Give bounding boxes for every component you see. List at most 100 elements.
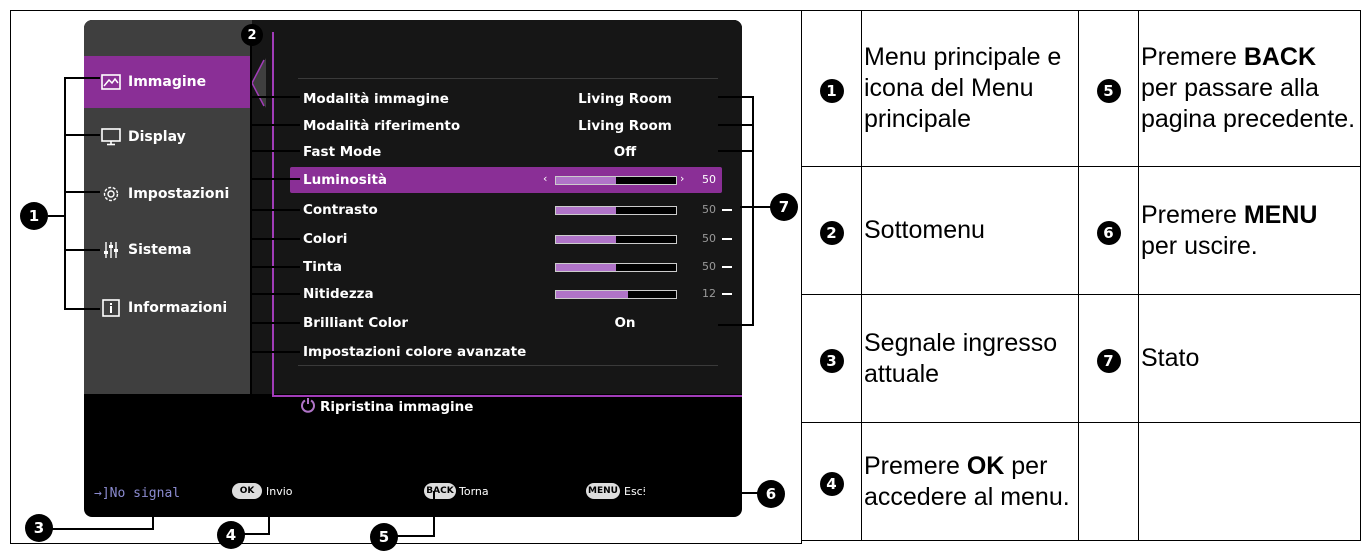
submenu-row[interactable]: Fast Mode Off xyxy=(290,139,722,165)
reset-image-item[interactable]: Ripristina immagine xyxy=(300,397,473,417)
annotation-line xyxy=(250,408,290,410)
level-bar[interactable] xyxy=(555,263,677,272)
sidebar-item-label: Impostazioni xyxy=(128,186,230,202)
annotation-line xyxy=(250,322,300,324)
submenu-row-label: Nitidezza xyxy=(303,286,374,302)
submenu-separator xyxy=(298,78,718,79)
sidebar-item-label: Immagine xyxy=(128,74,207,90)
picture-icon xyxy=(100,73,122,91)
legend-marker: 7 xyxy=(1096,349,1121,373)
annotation-line xyxy=(752,96,754,324)
submenu-row-label: Colori xyxy=(303,231,348,247)
annotation-line xyxy=(722,209,732,211)
callout-1: 1 xyxy=(20,202,48,230)
osd-sidebar: Immagine Display Impostazioni Sistema In… xyxy=(84,20,252,394)
level-value: 50 xyxy=(702,203,716,216)
legend-text: Premere BACK per passare alla pagina pre… xyxy=(1138,10,1361,167)
annotation-line xyxy=(250,124,300,126)
submenu-row[interactable]: Tinta 50 xyxy=(290,254,722,280)
legend-table: 1 Menu principale e icona del Menu princ… xyxy=(801,10,1361,541)
level-value: 12 xyxy=(702,287,716,300)
legend-marker: 1 xyxy=(819,79,844,103)
annotation-line xyxy=(244,533,270,535)
annotation-line xyxy=(722,238,732,240)
annotation-line xyxy=(250,150,300,152)
level-bar[interactable] xyxy=(555,176,677,185)
annotation-line xyxy=(64,191,100,193)
back-key-badge: BACK xyxy=(424,483,456,499)
level-value: 50 xyxy=(702,232,716,245)
annotation-line xyxy=(250,238,300,240)
annotation-line xyxy=(250,209,300,211)
legend-text: Stato xyxy=(1138,294,1361,423)
annotation-line xyxy=(718,324,754,326)
submenu-row[interactable]: Modalità immagine Living Room xyxy=(290,86,722,112)
sidebar-item-label: Informazioni xyxy=(128,300,228,316)
sidebar-item-immagine[interactable]: Immagine xyxy=(84,56,252,108)
submenu-row-label: Modalità riferimento xyxy=(303,118,461,134)
level-bar[interactable] xyxy=(555,206,677,215)
submenu-row[interactable]: Colori 50 xyxy=(290,226,722,252)
sidebar-item-label: Display xyxy=(128,129,186,145)
annotation-line xyxy=(433,491,435,537)
submenu-row-label: Luminosità xyxy=(303,172,388,188)
annotation-line xyxy=(718,150,754,152)
annotation-line xyxy=(52,528,154,530)
submenu-bracket-line xyxy=(272,32,274,397)
sidebar-item-sistema[interactable]: Sistema xyxy=(84,224,252,276)
chevron-right-icon[interactable]: › xyxy=(680,172,684,185)
submenu-row[interactable]: Modalità riferimento Living Room xyxy=(290,113,722,139)
legend-marker: 4 xyxy=(819,472,844,496)
annotation-line xyxy=(718,96,754,98)
callout-6: 6 xyxy=(757,480,785,508)
annotation-line xyxy=(64,77,100,79)
legend-text: Segnale ingresso attuale xyxy=(861,294,1079,423)
annotation-line xyxy=(48,215,66,217)
chevron-left-icon[interactable]: ‹ xyxy=(543,172,547,185)
sliders-icon xyxy=(100,241,122,259)
legend-text: Premere MENU per uscire. xyxy=(1138,166,1361,295)
annotation-line xyxy=(640,492,758,494)
annotation-line xyxy=(397,535,435,537)
gear-icon xyxy=(100,185,122,203)
annotation-line xyxy=(722,266,732,268)
hint-torna: Torna xyxy=(459,485,489,498)
submenu-row[interactable]: Nitidezza 12 xyxy=(290,281,722,307)
legend-marker: 2 xyxy=(819,221,844,245)
submenu-separator xyxy=(298,365,718,366)
sidebar-item-informazioni[interactable]: Informazioni xyxy=(84,282,252,334)
signal-status: →]No signal xyxy=(94,486,181,501)
submenu-row-value: Living Room xyxy=(578,118,672,134)
callout-3: 3 xyxy=(25,514,53,542)
submenu-row[interactable]: Luminosità 50 ‹ › xyxy=(290,167,722,193)
annotation-line xyxy=(64,249,100,251)
sidebar-item-display[interactable]: Display xyxy=(84,111,252,163)
sidebar-item-impostazioni[interactable]: Impostazioni xyxy=(84,168,252,220)
callout-2: 2 xyxy=(241,24,263,46)
callout-4: 4 xyxy=(217,521,245,549)
submenu-row-label: Modalità immagine xyxy=(303,91,449,107)
submenu-row[interactable]: Impostazioni colore avanzate xyxy=(290,339,722,365)
submenu-row[interactable]: Brilliant Color On xyxy=(290,310,722,336)
sidebar-item-label: Sistema xyxy=(128,242,192,258)
submenu-row-label: Contrasto xyxy=(303,202,378,218)
submenu-row-value: On xyxy=(614,315,636,331)
menu-key-badge: MENU xyxy=(586,483,620,499)
level-value: 50 xyxy=(702,173,716,186)
display-icon xyxy=(100,128,122,146)
submenu-row-value: Off xyxy=(613,144,637,160)
submenu-row-label: Brilliant Color xyxy=(303,315,409,331)
legend-text: Menu principale e icona del Menu princip… xyxy=(861,10,1079,167)
callout-7: 7 xyxy=(770,193,798,221)
annotation-line xyxy=(250,293,300,295)
submenu-row[interactable]: Contrasto 50 xyxy=(290,197,722,223)
annotation-line xyxy=(250,96,300,98)
level-bar[interactable] xyxy=(555,235,677,244)
callout-5: 5 xyxy=(370,523,398,551)
level-value: 50 xyxy=(702,260,716,273)
power-icon xyxy=(300,397,316,417)
legend-marker: 6 xyxy=(1096,221,1121,245)
annotation-line xyxy=(268,491,270,535)
legend-marker: 3 xyxy=(819,349,844,373)
level-bar[interactable] xyxy=(555,290,677,299)
